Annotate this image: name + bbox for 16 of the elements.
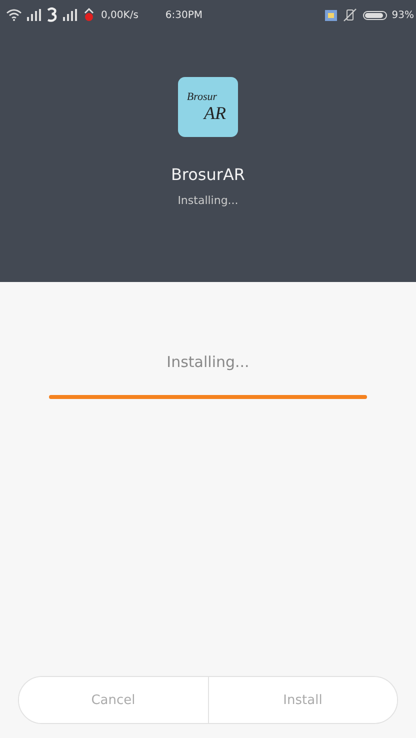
carrier-icon [46,7,58,23]
notification-icon [324,10,337,20]
battery-percent: 93% [392,10,414,20]
logo-text: AR [204,102,226,124]
logo-text: Brosur [186,90,218,102]
install-status: Installing... [178,194,238,207]
signal-icon [63,9,77,21]
vibrate-off-icon [342,8,358,22]
battery-icon [362,10,387,20]
app-name: BrosurAR [170,165,246,184]
network-speed: 0,00K/s [101,10,138,20]
clock: 6:30PM [165,10,203,20]
data-icon [82,8,96,22]
progress-label: Installing... [166,353,250,371]
signal-icon [27,9,41,21]
wifi-icon [6,9,22,21]
